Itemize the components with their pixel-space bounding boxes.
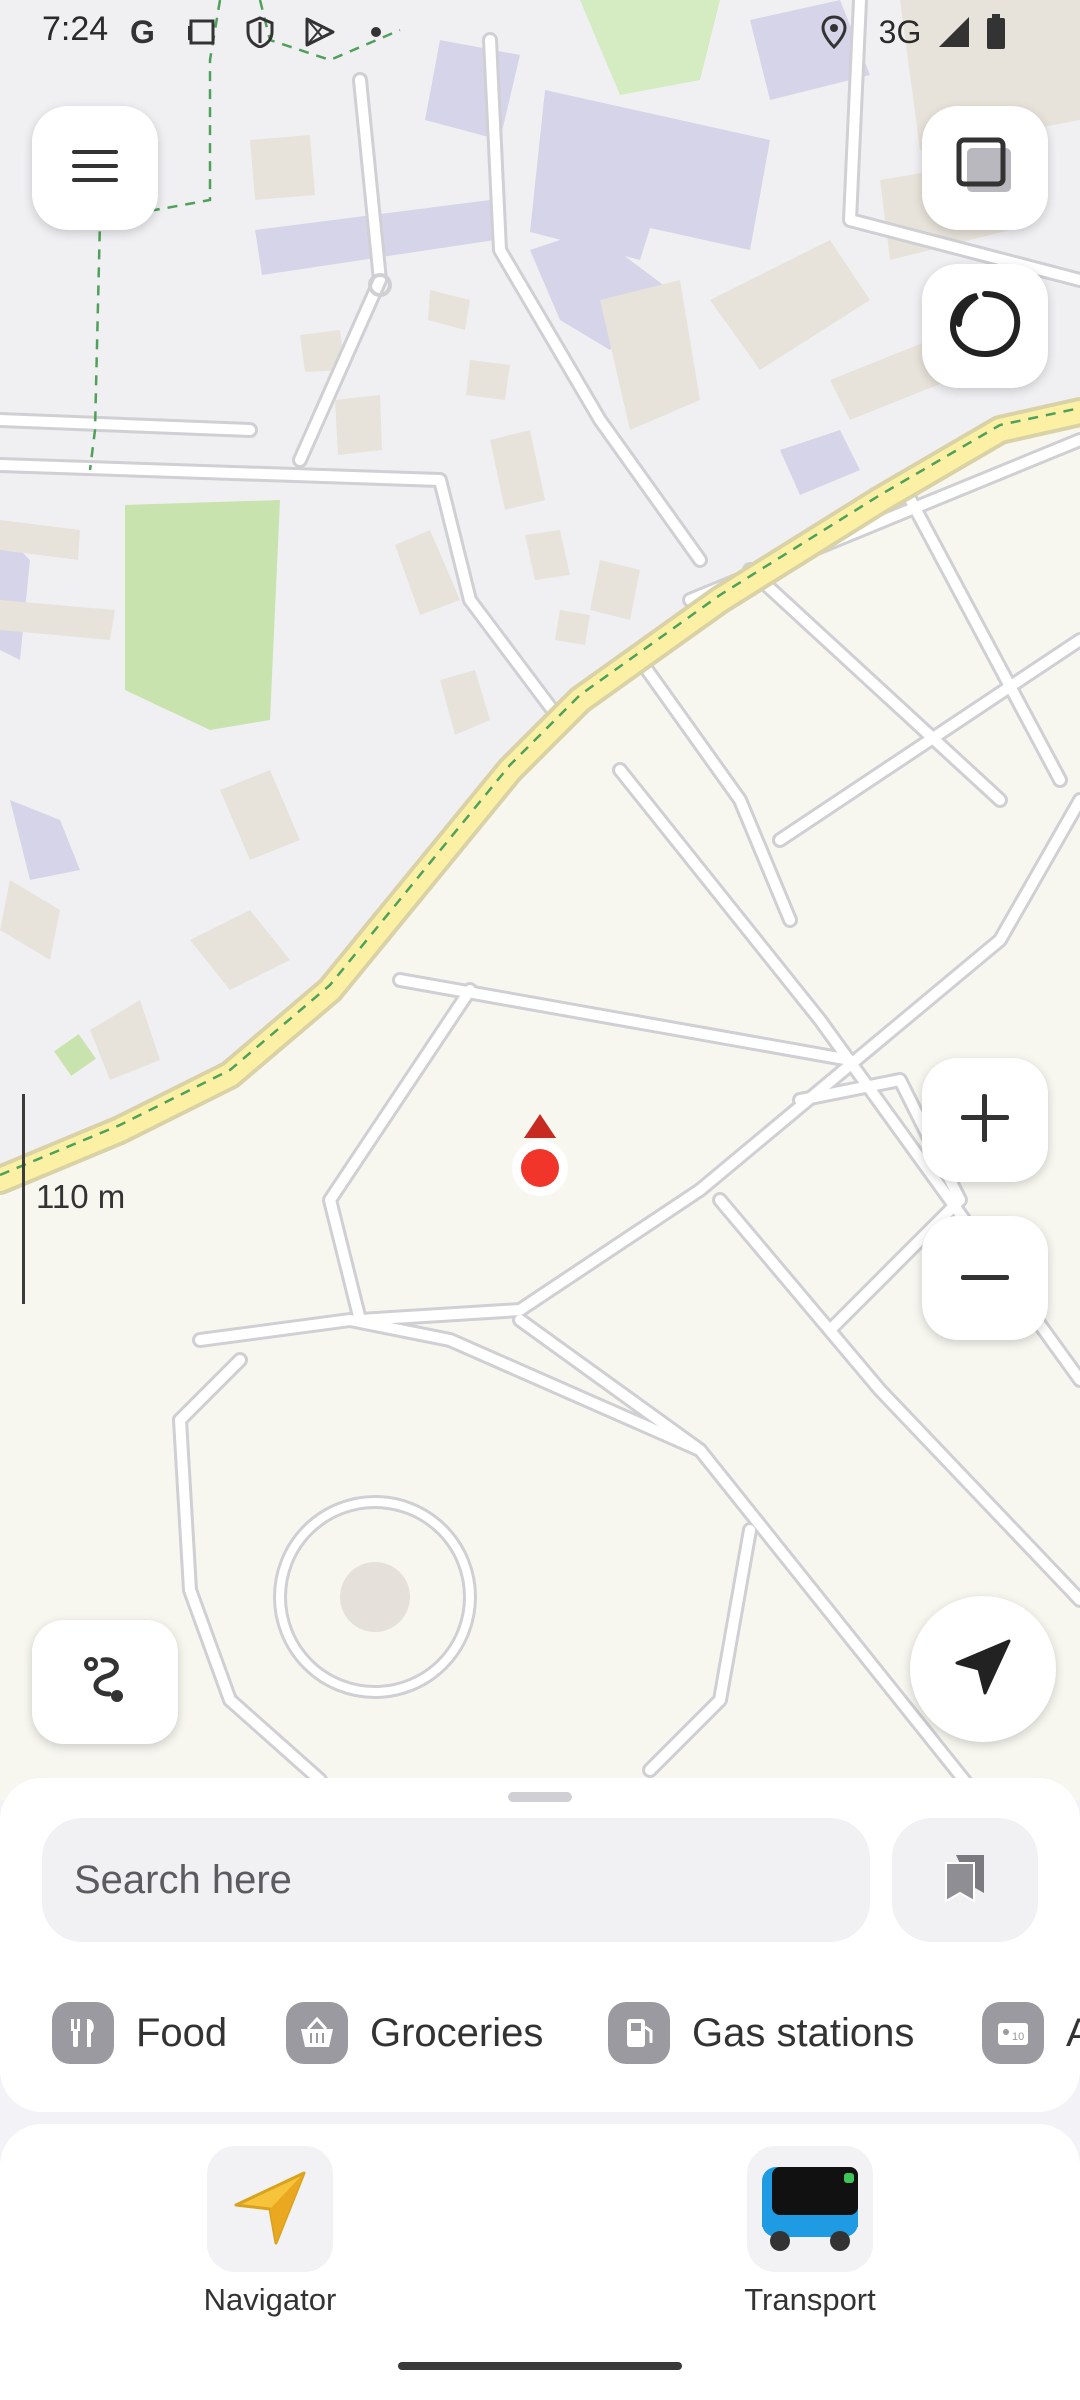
route-icon <box>77 1652 133 1713</box>
search-sheet: Search here Food Groceries Gas stations <box>0 1778 1080 2112</box>
sheet-handle[interactable] <box>508 1792 572 1802</box>
status-bar: 7:24 G 3G <box>0 0 1080 64</box>
alice-assistant-button[interactable] <box>922 264 1048 388</box>
navigator-icon <box>228 2165 312 2254</box>
screenshot-icon <box>182 12 222 52</box>
map-scale-bar <box>22 1094 25 1304</box>
zoom-out-icon <box>959 1269 1011 1287</box>
shield-icon <box>240 12 280 52</box>
fork-knife-icon <box>52 2002 114 2064</box>
google-icon: G <box>124 12 164 52</box>
play-icon <box>300 12 340 52</box>
zoom-in-button[interactable] <box>922 1058 1048 1182</box>
layers-button[interactable] <box>922 106 1048 230</box>
location-icon <box>816 12 852 52</box>
search-input[interactable]: Search here <box>42 1818 870 1942</box>
category-chip-groceries[interactable]: Groceries <box>286 1988 543 2078</box>
bookmarks-button[interactable] <box>892 1818 1038 1942</box>
status-time: 7:24 <box>42 10 109 48</box>
alice-icon <box>947 288 1023 365</box>
svg-text:G: G <box>130 15 155 49</box>
category-chip-food[interactable]: Food <box>52 1988 227 2078</box>
layers-icon <box>953 134 1017 203</box>
menu-icon <box>70 146 120 191</box>
app-label: Navigator <box>203 2282 337 2317</box>
basket-icon <box>286 2002 348 2064</box>
navigate-arrow-icon <box>951 1635 1015 1704</box>
services-bar: Navigator Transport <box>0 2124 1080 2400</box>
navigator-tile <box>207 2146 333 2272</box>
dot-icon <box>368 12 384 52</box>
fuel-icon <box>608 2002 670 2064</box>
bookmarks-icon <box>942 1853 988 1908</box>
signal-icon <box>934 12 974 52</box>
network-type: 3G <box>878 13 922 50</box>
map-canvas[interactable] <box>0 0 1080 1800</box>
navigator-app-button[interactable]: Navigator <box>170 2146 370 2318</box>
battery-icon <box>982 12 1010 52</box>
category-chips: Food Groceries Gas stations 10 A <box>0 1988 1080 2078</box>
user-location-marker <box>508 1110 572 1200</box>
ticket-icon: 10 <box>982 2002 1044 2064</box>
map-scale-label: 110 m <box>36 1178 126 1215</box>
svg-text:10: 10 <box>1012 2031 1024 2043</box>
menu-button[interactable] <box>32 106 158 230</box>
my-location-button[interactable] <box>910 1596 1056 1742</box>
category-label: Gas stations <box>692 2010 915 2055</box>
category-chip-gas-stations[interactable]: Gas stations <box>608 1988 914 2078</box>
transport-app-button[interactable]: Transport <box>710 2146 910 2318</box>
route-button[interactable] <box>32 1620 178 1744</box>
bus-icon <box>758 2159 862 2260</box>
zoom-out-button[interactable] <box>922 1216 1048 1340</box>
category-label: Groceries <box>370 2010 544 2055</box>
home-indicator[interactable] <box>398 2362 682 2370</box>
zoom-in-icon <box>959 1092 1011 1149</box>
app-label: Transport <box>744 2282 876 2317</box>
transport-tile <box>747 2146 873 2272</box>
search-placeholder: Search here <box>74 1857 292 1902</box>
category-label: A <box>1066 2010 1080 2055</box>
category-label: Food <box>136 2010 228 2055</box>
category-chip-more[interactable]: 10 A <box>982 1988 1080 2078</box>
